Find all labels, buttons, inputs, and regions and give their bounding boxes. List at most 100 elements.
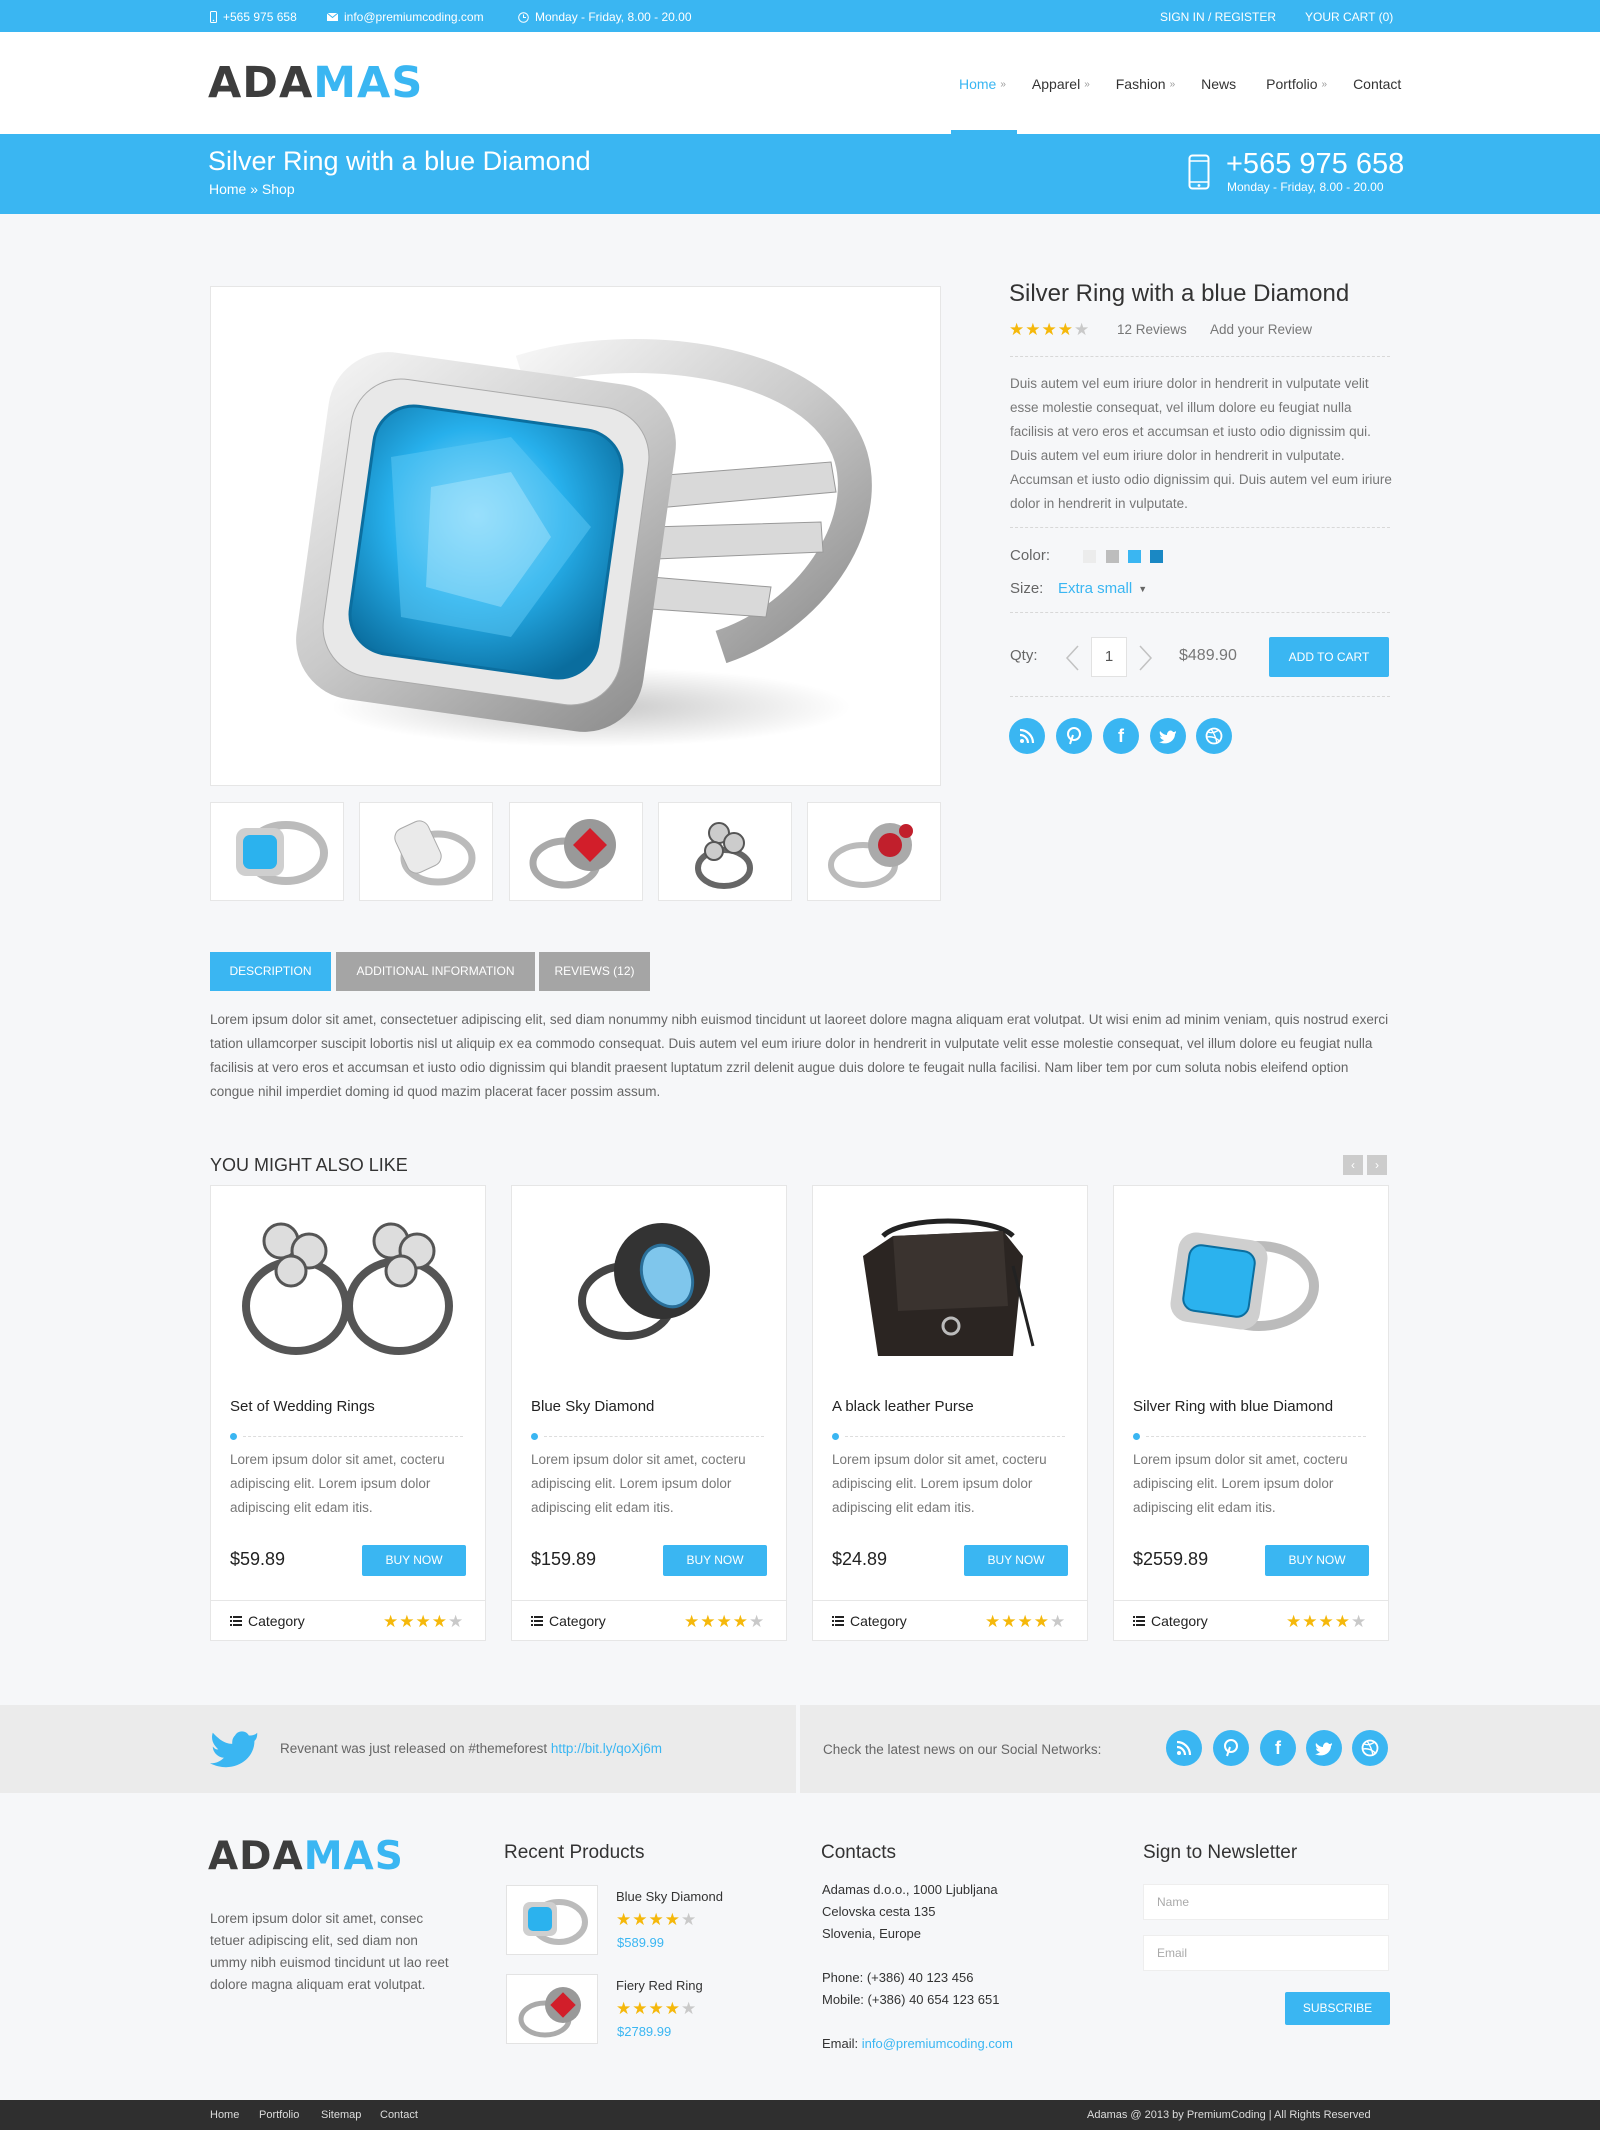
facebook-icon[interactable]: f (1260, 1730, 1296, 1766)
product-thumbnail-3[interactable] (509, 802, 643, 901)
logo[interactable]: ADAMAS (208, 58, 423, 108)
top-bar: +565 975 658 info@premiumcoding.com Mond… (0, 0, 1600, 32)
product-thumbnail-5[interactable] (807, 802, 941, 901)
carousel-prev-chevron-left-icon[interactable]: ‹ (1343, 1155, 1363, 1175)
ring-thumbnail-image (236, 821, 328, 885)
qty-increment-chevron-right-icon[interactable] (1138, 644, 1154, 677)
tab-reviews[interactable]: REVIEWS (12) (539, 952, 650, 991)
recent-product-name[interactable]: Blue Sky Diamond (616, 1886, 723, 1908)
recent-product-name[interactable]: Fiery Red Ring (616, 1975, 703, 1997)
silver-ring-image[interactable] (1124, 1196, 1378, 1376)
size-select[interactable]: Extra small ▼ (1058, 580, 1147, 597)
nav-home[interactable]: Home» (959, 76, 1006, 92)
blue-sky-diamond-image[interactable] (522, 1196, 776, 1376)
twitter-icon[interactable] (1150, 718, 1186, 754)
recent-product-thumb-1[interactable] (506, 1885, 598, 1955)
newsletter-email-field[interactable]: Email (1143, 1935, 1389, 1971)
color-swatch-dark-blue[interactable] (1150, 550, 1163, 563)
category-link[interactable]: Category (832, 1613, 907, 1629)
product-name[interactable]: Set of Wedding Rings (230, 1398, 375, 1415)
color-swatch-blue[interactable] (1128, 550, 1141, 563)
category-link[interactable]: Category (531, 1613, 606, 1629)
dribbble-icon[interactable] (1352, 1730, 1388, 1766)
product-card[interactable]: Set of Wedding Rings Lorem ipsum dolor s… (210, 1185, 486, 1641)
carousel-next-chevron-right-icon[interactable]: › (1367, 1155, 1387, 1175)
product-card[interactable]: Blue Sky Diamond Lorem ipsum dolor sit a… (511, 1185, 787, 1641)
twitter-icon[interactable] (1306, 1730, 1342, 1766)
breadcrumb[interactable]: Home » Shop (209, 181, 295, 197)
address-line-2: Celovska cesta 135 (822, 1904, 936, 1919)
ring-thumbnail-image (394, 820, 476, 886)
caret-down-icon: ▼ (1138, 583, 1148, 594)
buy-now-button[interactable]: BUY NOW (362, 1545, 466, 1576)
color-swatch-grey[interactable] (1106, 550, 1119, 563)
qty-decrement-chevron-left-icon[interactable] (1064, 644, 1080, 677)
footer-link-home[interactable]: Home (210, 2109, 239, 2121)
add-to-cart-button[interactable]: ADD TO CART (1269, 637, 1389, 677)
tweet-link[interactable]: http://bit.ly/qoXj6m (551, 1741, 662, 1756)
newsletter-name-field[interactable]: Name (1143, 1884, 1389, 1920)
recent-product-rating: ★ ★ ★ ★ ★ (616, 2000, 696, 2017)
signin-link[interactable]: SIGN IN / REGISTER (1160, 10, 1276, 24)
envelope-icon (327, 13, 338, 21)
contacts-title: Contacts (821, 1842, 896, 1863)
product-name[interactable]: A black leather Purse (832, 1398, 974, 1415)
product-main-image[interactable] (210, 286, 941, 786)
buy-now-button[interactable]: BUY NOW (663, 1545, 767, 1576)
nav-news[interactable]: News (1201, 76, 1236, 92)
recent-product-thumb-2[interactable] (506, 1974, 598, 2044)
product-price: $159.89 (531, 1549, 597, 1569)
cart-link[interactable]: YOUR CART (0) (1305, 10, 1393, 24)
buy-now-button[interactable]: BUY NOW (964, 1545, 1068, 1576)
product-desc: Lorem ipsum dolor sit amet, cocteru adip… (531, 1452, 746, 1515)
nav-apparel[interactable]: Apparel» (1032, 76, 1090, 92)
buy-now-button[interactable]: BUY NOW (1265, 1545, 1369, 1576)
pinterest-icon[interactable] (1213, 1730, 1249, 1766)
chevron-right-icon: » (1000, 78, 1006, 90)
card-footer-divider (1114, 1600, 1388, 1601)
topbar-email[interactable]: info@premiumcoding.com (327, 10, 484, 24)
product-card[interactable]: Silver Ring with blue Diamond Lorem ipsu… (1113, 1185, 1389, 1641)
nav-fashion[interactable]: Fashion» (1116, 76, 1175, 92)
product-thumbnail-2[interactable] (359, 802, 493, 901)
category-link[interactable]: Category (1133, 1613, 1208, 1629)
nav-contact[interactable]: Contact (1353, 76, 1401, 92)
reviews-count[interactable]: 12 Reviews (1117, 322, 1187, 337)
star-filled-icon: ★ (985, 1612, 1001, 1631)
product-thumbnail-4[interactable] (658, 802, 792, 901)
header-phone: +565 975 658 (1226, 148, 1405, 180)
add-review-link[interactable]: Add your Review (1210, 322, 1312, 337)
tab-additional-information[interactable]: ADDITIONAL INFORMATION (336, 952, 535, 991)
qty-input[interactable]: 1 (1091, 637, 1127, 677)
nav-portfolio[interactable]: Portfolio» (1266, 76, 1327, 92)
rss-icon[interactable] (1166, 1730, 1202, 1766)
list-icon (230, 1613, 242, 1629)
product-name[interactable]: Silver Ring with blue Diamond (1133, 1398, 1333, 1415)
pinterest-icon[interactable] (1056, 718, 1092, 754)
tab-description[interactable]: DESCRIPTION (210, 952, 331, 991)
recent-products-title: Recent Products (504, 1842, 645, 1863)
header-hours: Monday - Friday, 8.00 - 20.00 (1227, 180, 1384, 194)
footer-link-sitemap[interactable]: Sitemap (321, 2109, 361, 2121)
address-line-1: Adamas d.o.o., 1000 Ljubljana (822, 1882, 998, 1897)
twitter-bird-icon[interactable] (210, 1727, 260, 1774)
star-empty-icon: ★ (1351, 1612, 1367, 1631)
rss-icon[interactable] (1009, 718, 1045, 754)
footer-logo[interactable]: ADAMAS (208, 1834, 404, 1879)
footer-link-contact[interactable]: Contact (380, 2109, 418, 2121)
black-leather-purse-image[interactable] (823, 1196, 1077, 1376)
product-thumbnail-1[interactable] (210, 802, 344, 901)
card-footer-divider (512, 1600, 786, 1601)
category-link[interactable]: Category (230, 1613, 305, 1629)
product-name[interactable]: Blue Sky Diamond (531, 1398, 654, 1415)
color-swatch-light-grey[interactable] (1083, 550, 1096, 563)
email-link[interactable]: info@premiumcoding.com (862, 2036, 1013, 2051)
product-desc: Lorem ipsum dolor sit amet, cocteru adip… (832, 1452, 1047, 1515)
wedding-rings-image[interactable] (221, 1196, 475, 1376)
facebook-icon[interactable]: f (1103, 718, 1139, 754)
dribbble-icon[interactable] (1196, 718, 1232, 754)
subscribe-button[interactable]: SUBSCRIBE (1285, 1992, 1390, 2025)
page-header-band: Silver Ring with a blue Diamond Home » S… (0, 134, 1600, 214)
product-card[interactable]: A black leather Purse Lorem ipsum dolor … (812, 1185, 1088, 1641)
footer-link-portfolio[interactable]: Portfolio (259, 2109, 299, 2121)
